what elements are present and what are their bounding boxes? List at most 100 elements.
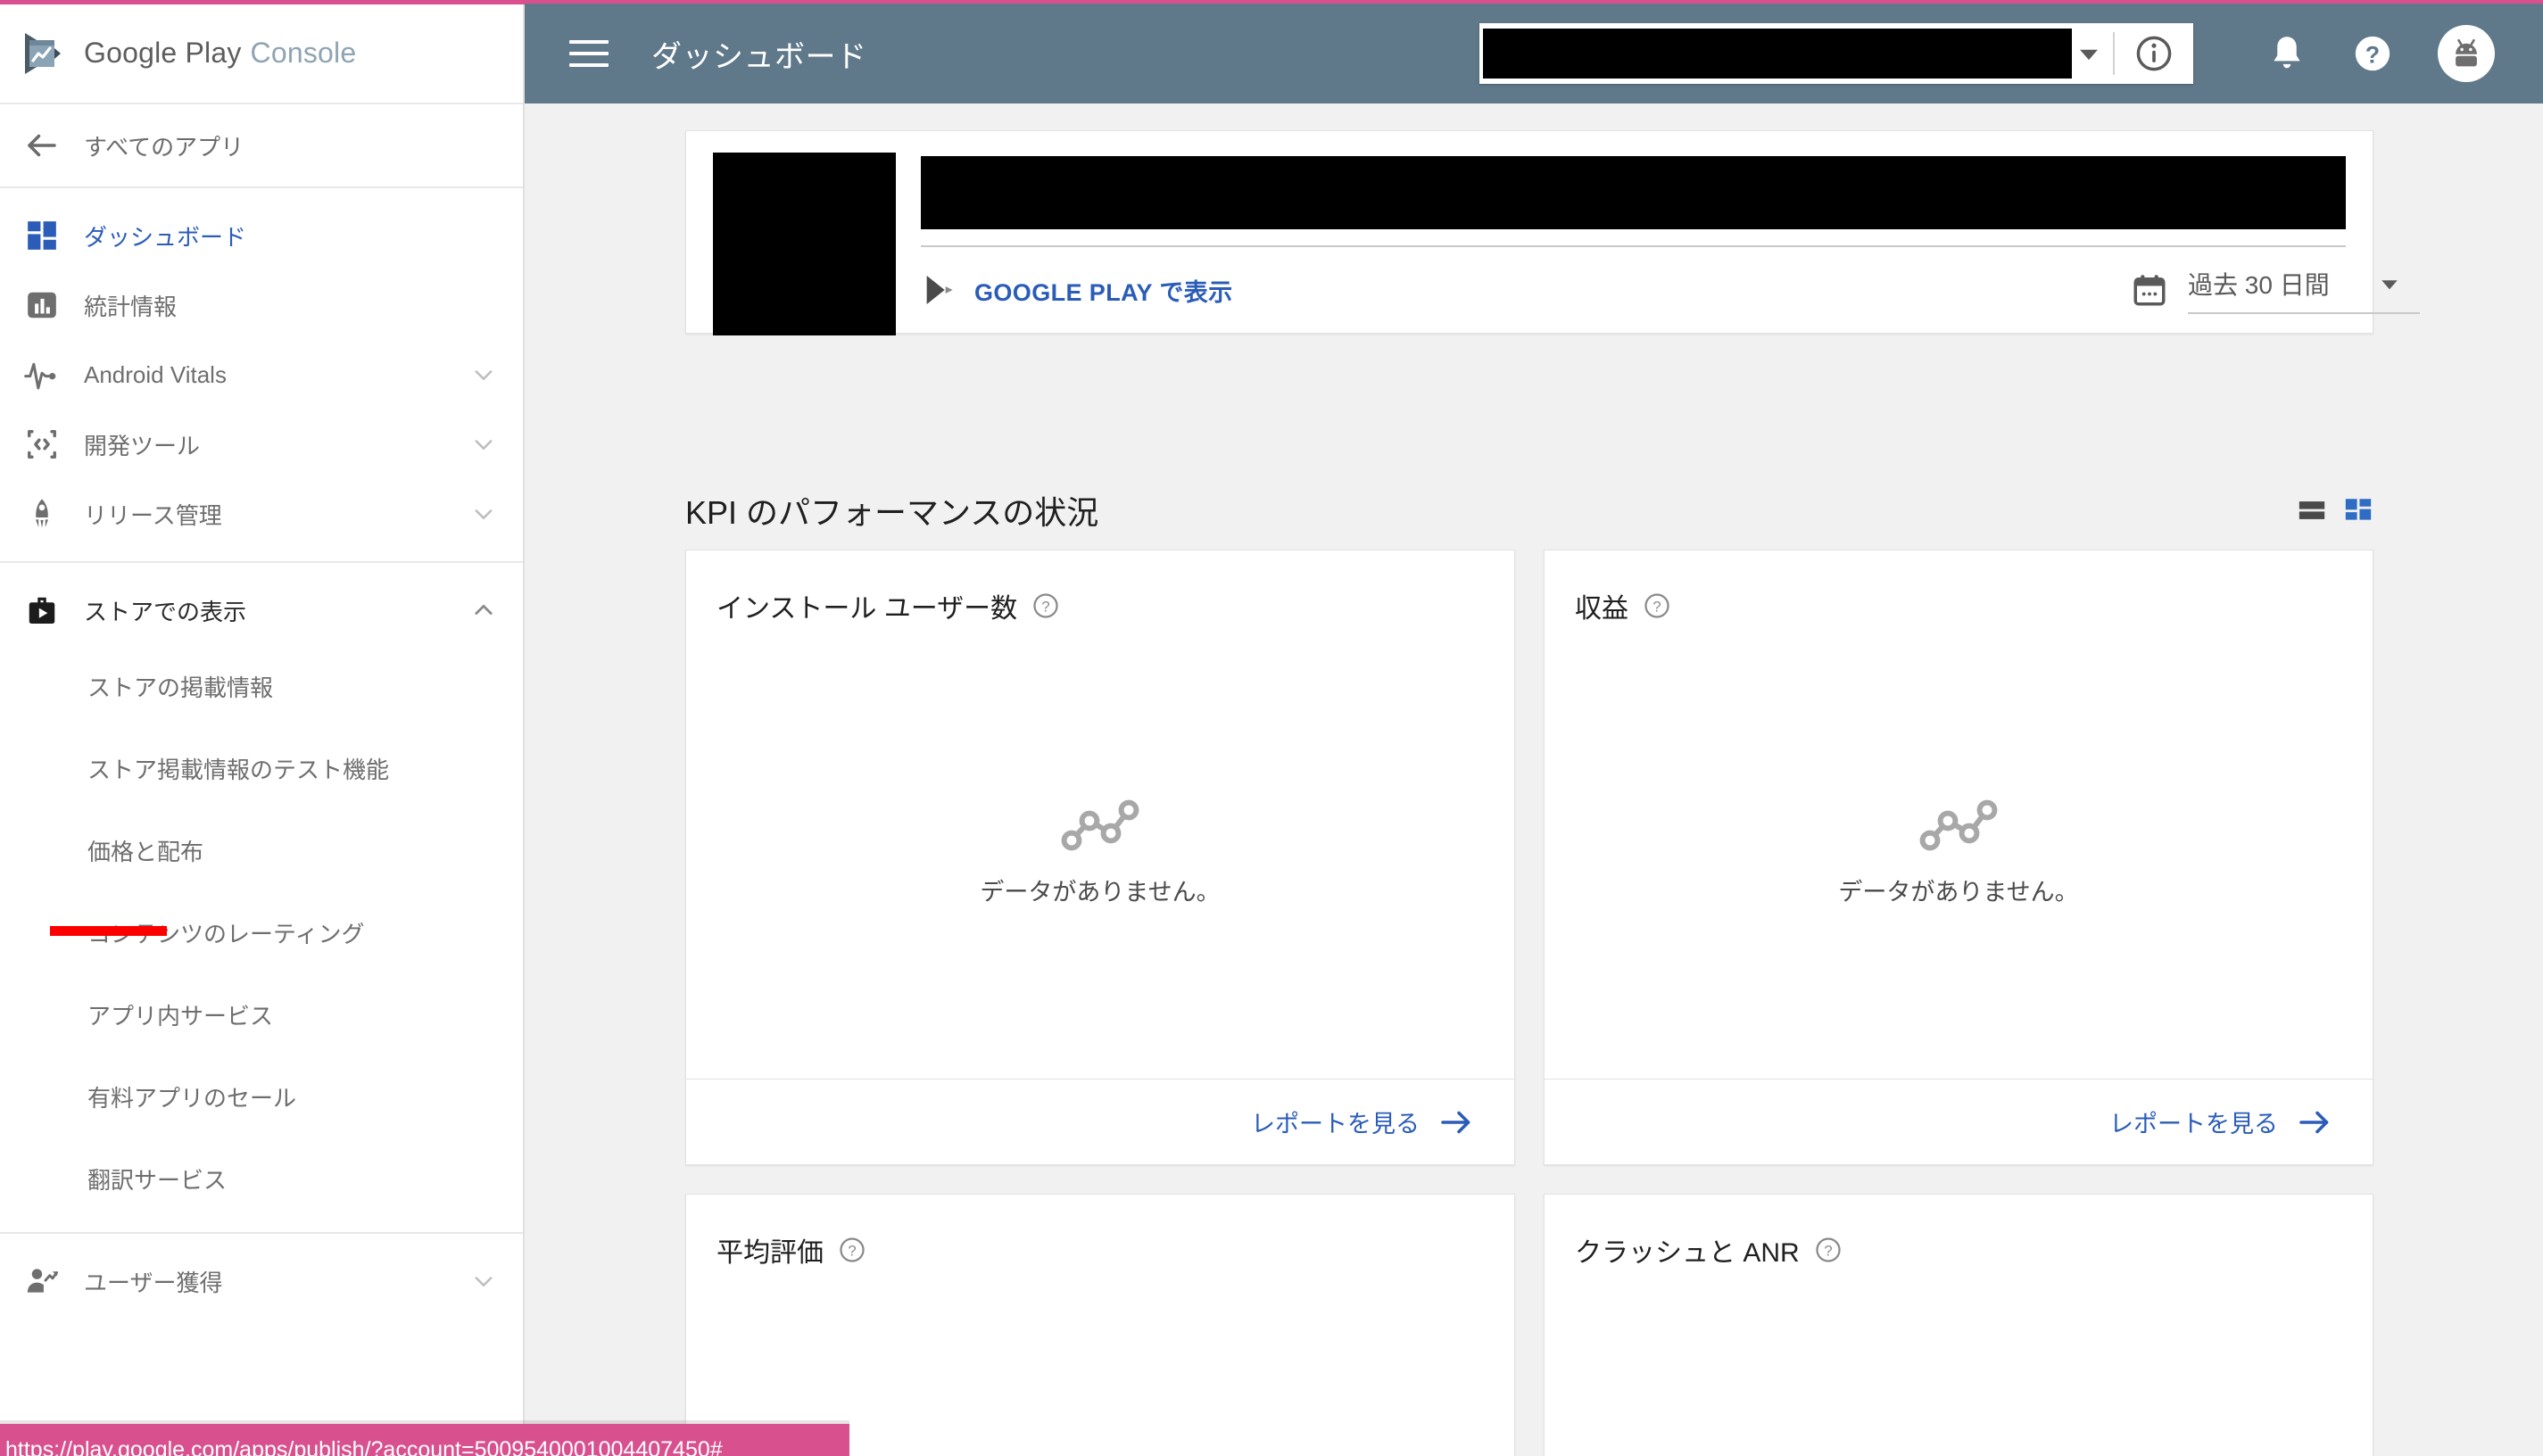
sidebar-item-label: 統計情報	[84, 293, 178, 320]
help-circle-icon[interactable]: ?	[1814, 1236, 1843, 1264]
svg-text:?: ?	[1653, 598, 1661, 615]
caret-down-icon[interactable]	[2074, 38, 2104, 69]
kpi-section-header: KPI のパフォーマンスの状況	[685, 487, 2373, 534]
kpi-card-revenue: 収益 ? データがありません。 レポートを見る	[1544, 550, 2373, 1165]
sidebar-subitem-store-listing[interactable]: ストアの掲載情報	[0, 645, 523, 727]
sidebar-group-store-presence: ストアでの表示 ストアの掲載情報 ストア掲載情報のテスト機能 価格と配布 コンテ…	[0, 563, 523, 1234]
sidebar-item-store-presence[interactable]: ストアでの表示	[0, 575, 523, 645]
kpi-card-title: 平均評価	[717, 1238, 824, 1268]
kpi-card-title-row: クラッシュと ANR ?	[1545, 1195, 2373, 1270]
dashboard-grid-icon	[23, 217, 61, 254]
sidebar-group-user-acquisition: ユーザー獲得	[0, 1234, 523, 1328]
sidebar-item-dev-tools[interactable]: 開発ツール	[0, 410, 523, 479]
android-avatar-icon[interactable]	[2438, 25, 2495, 82]
view-report-link[interactable]: レポートを見る	[2109, 1104, 2332, 1139]
sidebar-item-label: ユーザー獲得	[84, 1269, 223, 1296]
date-range-label: 過去 30 日間	[2188, 271, 2330, 299]
svg-text:?: ?	[1824, 1242, 1832, 1259]
bar-chart-icon	[23, 286, 61, 324]
sidebar-subitem-label: ストアの掲載情報	[87, 674, 274, 701]
notifications-bell-icon[interactable]	[2266, 33, 2307, 74]
kpi-card-title: 収益	[1575, 594, 1628, 624]
sidebar-back-all-apps[interactable]: すべてのアプリ	[0, 104, 523, 188]
kpi-card-empty-state: データがありません。	[1545, 1270, 2373, 1456]
app-name-redacted	[921, 156, 2346, 229]
code-brackets-icon	[23, 426, 61, 463]
view-report-link[interactable]: レポートを見る	[1251, 1104, 1473, 1139]
chevron-down-icon[interactable]	[471, 432, 496, 457]
chevron-down-icon[interactable]	[471, 362, 496, 387]
brand-console: Console	[250, 37, 357, 69]
kpi-view-toggle-group	[2297, 495, 2373, 525]
page-title: ダッシュボード	[651, 39, 867, 74]
sidebar-item-user-acquisition[interactable]: ユーザー獲得	[0, 1246, 523, 1316]
brand-text: Google Play Console	[84, 37, 356, 70]
chevron-down-icon[interactable]	[471, 1269, 496, 1294]
annotation-top-strip-left	[0, 0, 525, 4]
user-growth-icon	[23, 1262, 61, 1300]
hamburger-menu-icon[interactable]	[569, 40, 609, 67]
sidebar-subitem-label: 翻訳サービス	[87, 1166, 228, 1194]
view-report-label: レポートを見る	[2109, 1111, 2278, 1138]
sidebar-subitem-label: 価格と配布	[87, 838, 204, 865]
sidebar-item-android-vitals[interactable]: Android Vitals	[0, 340, 523, 410]
sidebar-subitem-pricing-distribution[interactable]: 価格と配布	[0, 809, 523, 891]
date-range-picker[interactable]: 過去 30 日間	[2131, 266, 2420, 314]
brand-google-play: Google Play	[84, 37, 242, 69]
kpi-card-empty-text: データがありません。	[1838, 878, 2079, 906]
pulse-icon	[23, 356, 61, 393]
view-on-google-play-label: GOOGLE PLAY で表示	[974, 278, 1233, 306]
sidebar-subitem-paid-app-sale[interactable]: 有料アプリのセール	[0, 1055, 523, 1138]
sidebar-subitem-store-listing-experiments[interactable]: ストア掲載情報のテスト機能	[0, 727, 523, 809]
sidebar-subitem-label: ストア掲載情報のテスト機能	[87, 756, 390, 783]
app-icon-redacted	[713, 153, 896, 335]
caret-down-icon[interactable]	[2376, 270, 2403, 297]
sidebar-item-label: Android Vitals	[84, 360, 227, 388]
chevron-down-icon[interactable]	[471, 501, 496, 526]
sidebar-item-label: リリース管理	[84, 501, 222, 529]
sidebar-item-label: ダッシュボード	[84, 223, 247, 251]
sidebar-subitem-in-app-services[interactable]: アプリ内サービス	[0, 973, 523, 1055]
help-circle-icon[interactable]: ?	[838, 1236, 866, 1264]
arrow-left-icon	[23, 127, 61, 164]
arrow-right-icon	[2298, 1109, 2332, 1136]
sidebar-back-label: すべてのアプリ	[84, 133, 244, 161]
google-play-icon	[921, 272, 957, 308]
header-icon-group: ?	[2266, 4, 2513, 103]
sidebar-item-label: ストアでの表示	[84, 598, 247, 625]
app-card-divider	[921, 245, 2346, 247]
search-value-redacted	[1483, 29, 2072, 79]
sidebar-group-main: ダッシュボード 統計情報 Android Vitals 開発ツール リリース管理	[0, 188, 523, 563]
sidebar-item-dashboard[interactable]: ダッシュボード	[0, 201, 523, 270]
help-circle-icon[interactable]: ?	[1031, 592, 1060, 620]
kpi-section-title: KPI のパフォーマンスの状況	[685, 494, 1099, 531]
date-range-value-wrap[interactable]: 過去 30 日間	[2188, 266, 2420, 314]
kpi-card-empty-state: データがありません。	[1545, 625, 2373, 1079]
line-chart-nodes-icon	[1059, 798, 1141, 853]
list-view-icon[interactable]	[2297, 495, 2327, 525]
info-circle-icon[interactable]	[2134, 34, 2174, 73]
sidebar-item-statistics[interactable]: 統計情報	[0, 270, 523, 340]
kpi-card-empty-text: データがありません。	[980, 878, 1221, 906]
annotation-underline-pricing-distribution	[50, 926, 167, 936]
svg-text:?: ?	[1042, 598, 1050, 615]
search-divider	[2113, 32, 2115, 75]
chevron-up-icon[interactable]	[471, 598, 496, 623]
arrow-right-icon	[1439, 1109, 1473, 1136]
sidebar-subitem-label: アプリ内サービス	[87, 1002, 274, 1030]
kpi-card-title: クラッシュと ANR	[1575, 1238, 1800, 1268]
sidebar-item-release-management[interactable]: リリース管理	[0, 479, 523, 549]
main-content: GOOGLE PLAY で表示 過去 30 日間 KPI のパフォーマンスの状況…	[525, 103, 2543, 1456]
kpi-card-grid: インストール ユーザー数 ? データがありません。 レポートを見る 収益 ? デ…	[685, 550, 2373, 1456]
status-bar-url: https://play.google.com/apps/publish/?ac…	[5, 1436, 723, 1456]
store-bag-play-icon	[23, 592, 61, 629]
app-search-field[interactable]	[1479, 23, 2193, 84]
sidebar-subitem-translation-service[interactable]: 翻訳サービス	[0, 1138, 523, 1220]
calendar-icon	[2131, 271, 2168, 309]
help-circle-icon[interactable]: ?	[1643, 592, 1671, 620]
sidebar: Google Play Console すべてのアプリ ダッシュボード 統計情報…	[0, 4, 525, 1456]
help-question-icon[interactable]: ?	[2352, 33, 2393, 74]
kpi-card-crashes-anr: クラッシュと ANR ?	[1544, 1194, 2373, 1456]
brand-header[interactable]: Google Play Console	[0, 4, 523, 104]
grid-view-icon[interactable]	[2343, 495, 2373, 525]
